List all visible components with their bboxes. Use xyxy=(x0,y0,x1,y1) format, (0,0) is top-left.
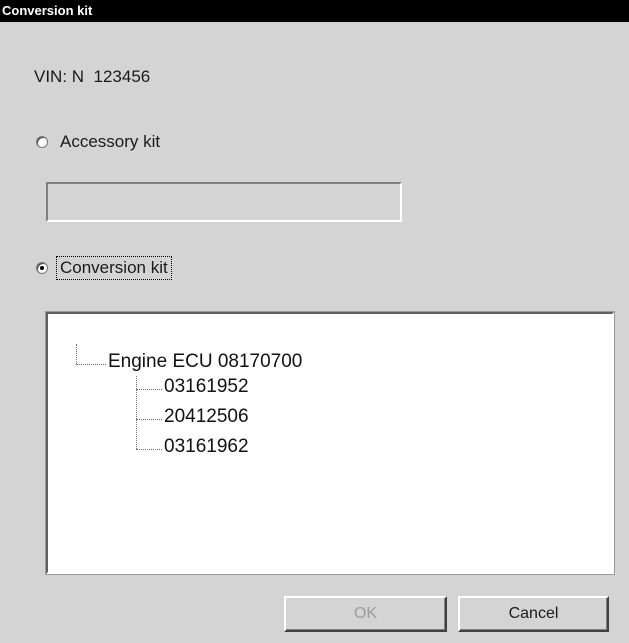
tree-node-root[interactable]: Engine ECU 08170700 xyxy=(108,351,302,373)
tree-node-child[interactable]: 03161962 xyxy=(164,436,249,458)
tree-child-connector-v xyxy=(136,376,137,449)
cancel-button[interactable]: Cancel xyxy=(458,596,609,632)
conversion-kit-label[interactable]: Conversion kit xyxy=(56,256,172,280)
tree-child-connector-h-2 xyxy=(136,419,162,420)
tree-node-child[interactable]: 20412506 xyxy=(164,406,249,428)
tree-child-connector-h-3 xyxy=(136,449,162,450)
tree-root-connector-v xyxy=(76,344,77,364)
tree-child-connector-h-1 xyxy=(136,389,162,390)
conversion-kit-radio[interactable] xyxy=(36,262,48,274)
accessory-kit-input[interactable] xyxy=(46,182,402,222)
vin-label: VIN: N 123456 xyxy=(34,67,151,86)
accessory-kit-radio[interactable] xyxy=(36,136,48,148)
accessory-kit-option[interactable]: Accessory kit xyxy=(36,132,160,152)
tree-root-connector-h xyxy=(76,364,106,365)
ok-button[interactable]: OK xyxy=(284,596,447,632)
conversion-kit-option[interactable]: Conversion kit xyxy=(36,256,172,280)
kit-tree-view[interactable]: Engine ECU 08170700 03161952 20412506 03… xyxy=(46,312,614,574)
conversion-kit-dialog: Conversion kit VIN: N 123456 Accessory k… xyxy=(0,0,629,643)
tree-node-child[interactable]: 03161952 xyxy=(164,376,249,398)
window-title: Conversion kit xyxy=(0,0,629,22)
accessory-kit-label[interactable]: Accessory kit xyxy=(60,132,160,152)
